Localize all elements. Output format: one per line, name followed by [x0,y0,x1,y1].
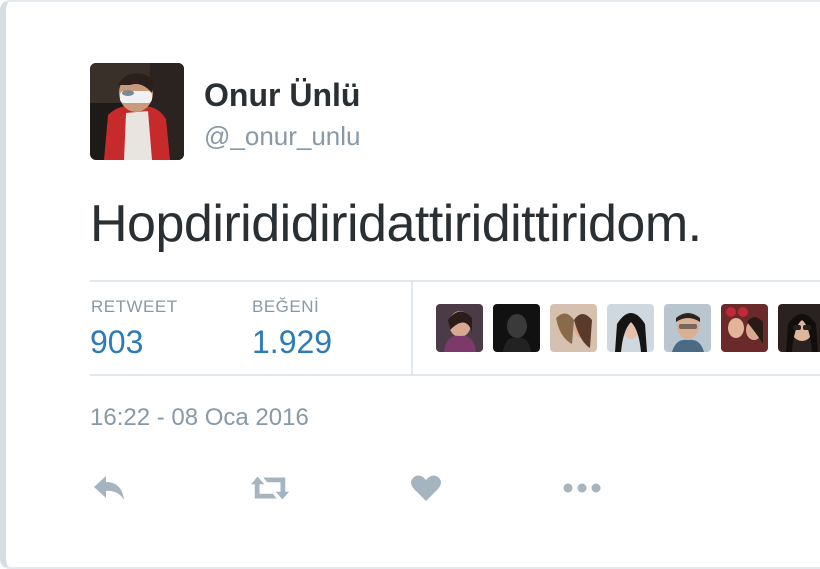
author-display-name[interactable]: Onur Ünlü [204,77,360,114]
likers-avatars [436,304,820,354]
liker-avatar[interactable] [721,304,768,352]
author-avatar[interactable] [90,63,184,160]
liker-avatar[interactable] [778,304,820,352]
retweet-button[interactable] [250,468,290,508]
like-button[interactable] [406,468,446,508]
heart-icon [411,475,441,501]
reply-icon [94,476,124,500]
liker-avatar[interactable] [607,304,654,352]
more-button[interactable] [562,468,602,508]
retweet-icon [250,476,290,500]
stats-top-divider [90,280,820,282]
tweet-timestamp[interactable]: 16:22 - 08 Oca 2016 [90,404,309,432]
like-count[interactable]: 1.929 [252,324,332,361]
more-icon [563,483,601,493]
tweet-text: Hopdirididiridattiridittiridom. [90,195,702,253]
author-handle[interactable]: @_onur_unlu [204,121,361,152]
retweet-count[interactable]: 903 [90,324,143,361]
reply-button[interactable] [90,468,130,508]
liker-avatar[interactable] [550,304,597,352]
tweet-card: Onur Ünlü @_onur_unlu Hopdirididiridatti… [0,0,820,569]
stats-vertical-divider [411,282,413,375]
stats-bottom-divider [90,374,820,376]
retweet-label: RETWEET [91,297,178,316]
liker-avatar[interactable] [493,304,540,352]
like-label: BEĞENİ [252,297,320,316]
liker-avatar[interactable] [664,304,711,352]
liker-avatar[interactable] [436,304,483,352]
